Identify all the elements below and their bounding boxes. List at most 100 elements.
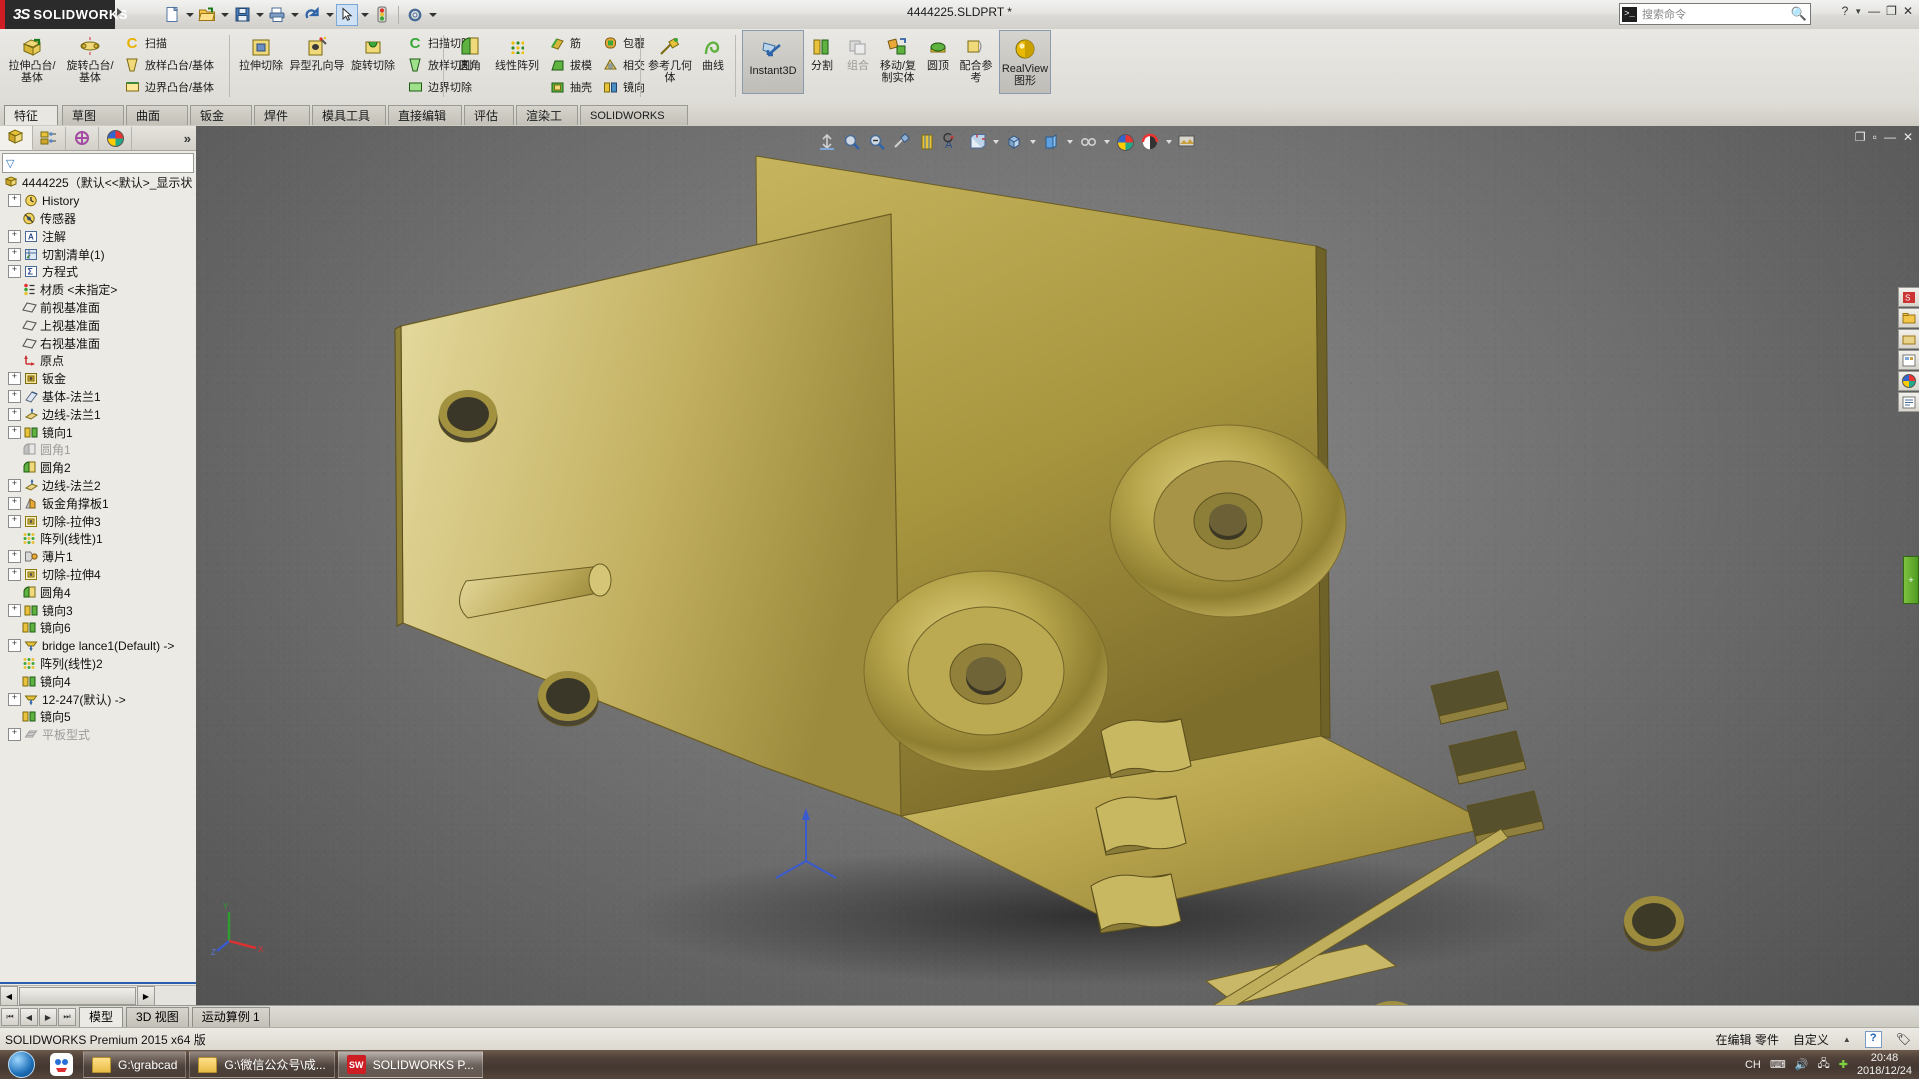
view-settings-icon[interactable] xyxy=(1114,132,1136,152)
boundary-boss-button[interactable]: 边界凸台/基体 xyxy=(122,76,214,98)
tree-item[interactable]: +12-247(默认) -> xyxy=(0,690,196,708)
status-caret-icon[interactable]: ▲ xyxy=(1843,1035,1851,1044)
move-copy-body-button[interactable]: 移动/复制实体 xyxy=(876,30,920,84)
tree-item[interactable]: 阵列(线性)2 xyxy=(0,655,196,673)
view-orientation-icon[interactable] xyxy=(916,132,938,152)
tab-sketch[interactable]: 草图 xyxy=(62,105,124,125)
dome-button[interactable]: 圆顶 xyxy=(920,30,956,72)
hole-wizard-button[interactable]: 异型孔向导 xyxy=(289,30,345,72)
scroll-thumb[interactable] xyxy=(19,987,136,1005)
tree-expand-toggle[interactable]: + xyxy=(8,425,21,439)
start-button[interactable] xyxy=(0,1051,42,1078)
gfx-tile-icon[interactable]: ▫ xyxy=(1873,130,1877,144)
hide-show-caret-icon[interactable] xyxy=(1028,140,1037,144)
tree-item[interactable]: + 钣金 xyxy=(0,370,196,388)
appearances-scenes-icon[interactable] xyxy=(1898,371,1919,391)
hide-show-items-icon[interactable] xyxy=(1003,132,1025,152)
tree-item[interactable]: 圆角2 xyxy=(0,459,196,477)
first-tab-button[interactable]: ⏮ xyxy=(1,1008,19,1026)
tab-solidworks-addins[interactable]: SOLIDWORKS 插件 xyxy=(580,105,688,142)
gfx-minimize-icon[interactable]: — xyxy=(1884,130,1896,144)
tree-item[interactable]: 镜向4 xyxy=(0,672,196,690)
tree-item[interactable]: + 切除-拉伸4 xyxy=(0,566,196,584)
tree-expand-toggle[interactable]: + xyxy=(8,496,21,510)
status-tag-icon[interactable]: 🏷 xyxy=(1896,1032,1911,1046)
bottom-tab-model[interactable]: 模型 xyxy=(79,1007,124,1027)
view-palette-icon[interactable] xyxy=(1898,350,1919,370)
scene-caret-icon[interactable] xyxy=(1102,140,1111,144)
tab-sheet-metal[interactable]: 钣金 xyxy=(190,105,252,125)
tree-item[interactable]: + Σ 方程式 xyxy=(0,263,196,281)
prev-tab-button[interactable]: ◀ xyxy=(20,1008,38,1026)
tree-item[interactable]: + 平板型式 xyxy=(0,726,196,744)
tree-expand-toggle[interactable]: + xyxy=(8,407,21,421)
scene-background-icon[interactable] xyxy=(1139,132,1161,152)
mate-reference-button[interactable]: 配合参考 xyxy=(956,30,996,84)
tree-item[interactable]: + 薄片1 xyxy=(0,548,196,566)
tree-expand-toggle[interactable]: + xyxy=(8,514,21,528)
security-icon[interactable]: ✚ xyxy=(1839,1058,1848,1071)
scroll-right-button[interactable]: ▶ xyxy=(137,986,155,1006)
taskbar-clock[interactable]: 20:48 2018/12/24 xyxy=(1857,1052,1912,1078)
display-manager-tab[interactable] xyxy=(99,126,132,150)
tree-expand-toggle[interactable]: + xyxy=(8,639,21,653)
tree-expand-toggle[interactable]: + xyxy=(8,692,21,706)
intersect-button[interactable]: 相交 xyxy=(600,54,645,76)
configuration-manager-tab[interactable] xyxy=(66,126,99,150)
rollback-bar[interactable] xyxy=(0,982,196,984)
edit-appearance-icon[interactable] xyxy=(1040,132,1062,152)
tree-item[interactable]: + 切割清单(1) xyxy=(0,245,196,263)
taskbar-item-solidworks[interactable]: SW SOLIDWORKS P... xyxy=(337,1051,483,1078)
tree-horizontal-scrollbar[interactable]: ◀ ▶ xyxy=(0,985,196,1006)
tree-item[interactable]: 右视基准面 xyxy=(0,334,196,352)
solidworks-resources-icon[interactable]: S xyxy=(1898,287,1919,307)
tree-expand-toggle[interactable]: + xyxy=(8,550,21,564)
tree-item[interactable]: 圆角1 xyxy=(0,441,196,459)
tree-item[interactable]: + 切除-拉伸3 xyxy=(0,512,196,530)
gfx-close-icon[interactable]: ✕ xyxy=(1903,130,1913,144)
swept-boss-button[interactable]: C 扫描 xyxy=(122,32,214,54)
shell-button[interactable]: 抽壳 xyxy=(547,76,592,98)
tab-mold-tools[interactable]: 模具工具 xyxy=(312,105,386,125)
quicklaunch-baidu-netdisk[interactable] xyxy=(42,1051,80,1078)
instant3d-button[interactable]: Instant3D xyxy=(742,30,804,94)
model-3d-view[interactable] xyxy=(196,126,1919,1006)
tree-item[interactable]: + 镜向3 xyxy=(0,601,196,619)
tree-expand-toggle[interactable]: + xyxy=(8,478,21,492)
tree-item[interactable]: 材质 <未指定> xyxy=(0,281,196,299)
apply-scene-icon[interactable] xyxy=(1077,132,1099,152)
save-image-icon[interactable] xyxy=(1176,132,1198,152)
tree-expand-toggle[interactable]: + xyxy=(8,603,21,617)
graphics-area[interactable]: A ❐ ▫ — ✕ S + Y X Z xyxy=(196,126,1919,1006)
tab-features[interactable]: 特征 xyxy=(4,105,58,125)
appearance-caret-icon[interactable] xyxy=(1065,140,1074,144)
tree-item[interactable]: 镜向5 xyxy=(0,708,196,726)
extruded-boss-button[interactable]: 拉伸凸台/基体 xyxy=(4,30,60,84)
taskbar-item-grabcad[interactable]: G:\grabcad xyxy=(83,1051,187,1078)
status-help-badge[interactable]: ? xyxy=(1864,1030,1882,1048)
tree-item[interactable]: 原点 xyxy=(0,352,196,370)
tree-expand-toggle[interactable]: + xyxy=(8,265,21,279)
tree-item[interactable]: + bridge lance1(Default) -> xyxy=(0,637,196,655)
revolved-boss-button[interactable]: 旋转凸台/基体 xyxy=(62,30,118,84)
tree-expand-toggle[interactable]: + xyxy=(8,728,21,742)
tree-item[interactable]: + 边线-法兰1 xyxy=(0,405,196,423)
revolved-cut-button[interactable]: 旋转切除 xyxy=(345,30,401,72)
fillet-button[interactable]: 圆角 xyxy=(449,30,491,72)
file-explorer-icon[interactable] xyxy=(1898,329,1919,349)
tree-expand-toggle[interactable]: + xyxy=(8,389,21,403)
draft-button[interactable]: 拔模 xyxy=(547,54,592,76)
gfx-restore-icon[interactable]: ❐ xyxy=(1855,130,1866,144)
tree-expand-toggle[interactable]: + xyxy=(8,194,21,208)
tree-item[interactable]: + 基体-法兰1 xyxy=(0,388,196,406)
curves-button[interactable]: 曲线 xyxy=(694,30,732,72)
tree-expand-toggle[interactable]: + xyxy=(8,372,21,386)
tree-item[interactable]: 前视基准面 xyxy=(0,299,196,317)
scroll-left-button[interactable]: ◀ xyxy=(0,986,18,1006)
tree-item[interactable]: 镜向6 xyxy=(0,619,196,637)
tree-item[interactable]: + 镜向1 xyxy=(0,423,196,441)
keyboard-icon[interactable]: ⌨ xyxy=(1770,1058,1786,1071)
lofted-boss-button[interactable]: 放样凸台/基体 xyxy=(122,54,214,76)
tree-expand-toggle[interactable]: + xyxy=(8,247,21,261)
help-icon[interactable]: ? xyxy=(1842,4,1849,18)
